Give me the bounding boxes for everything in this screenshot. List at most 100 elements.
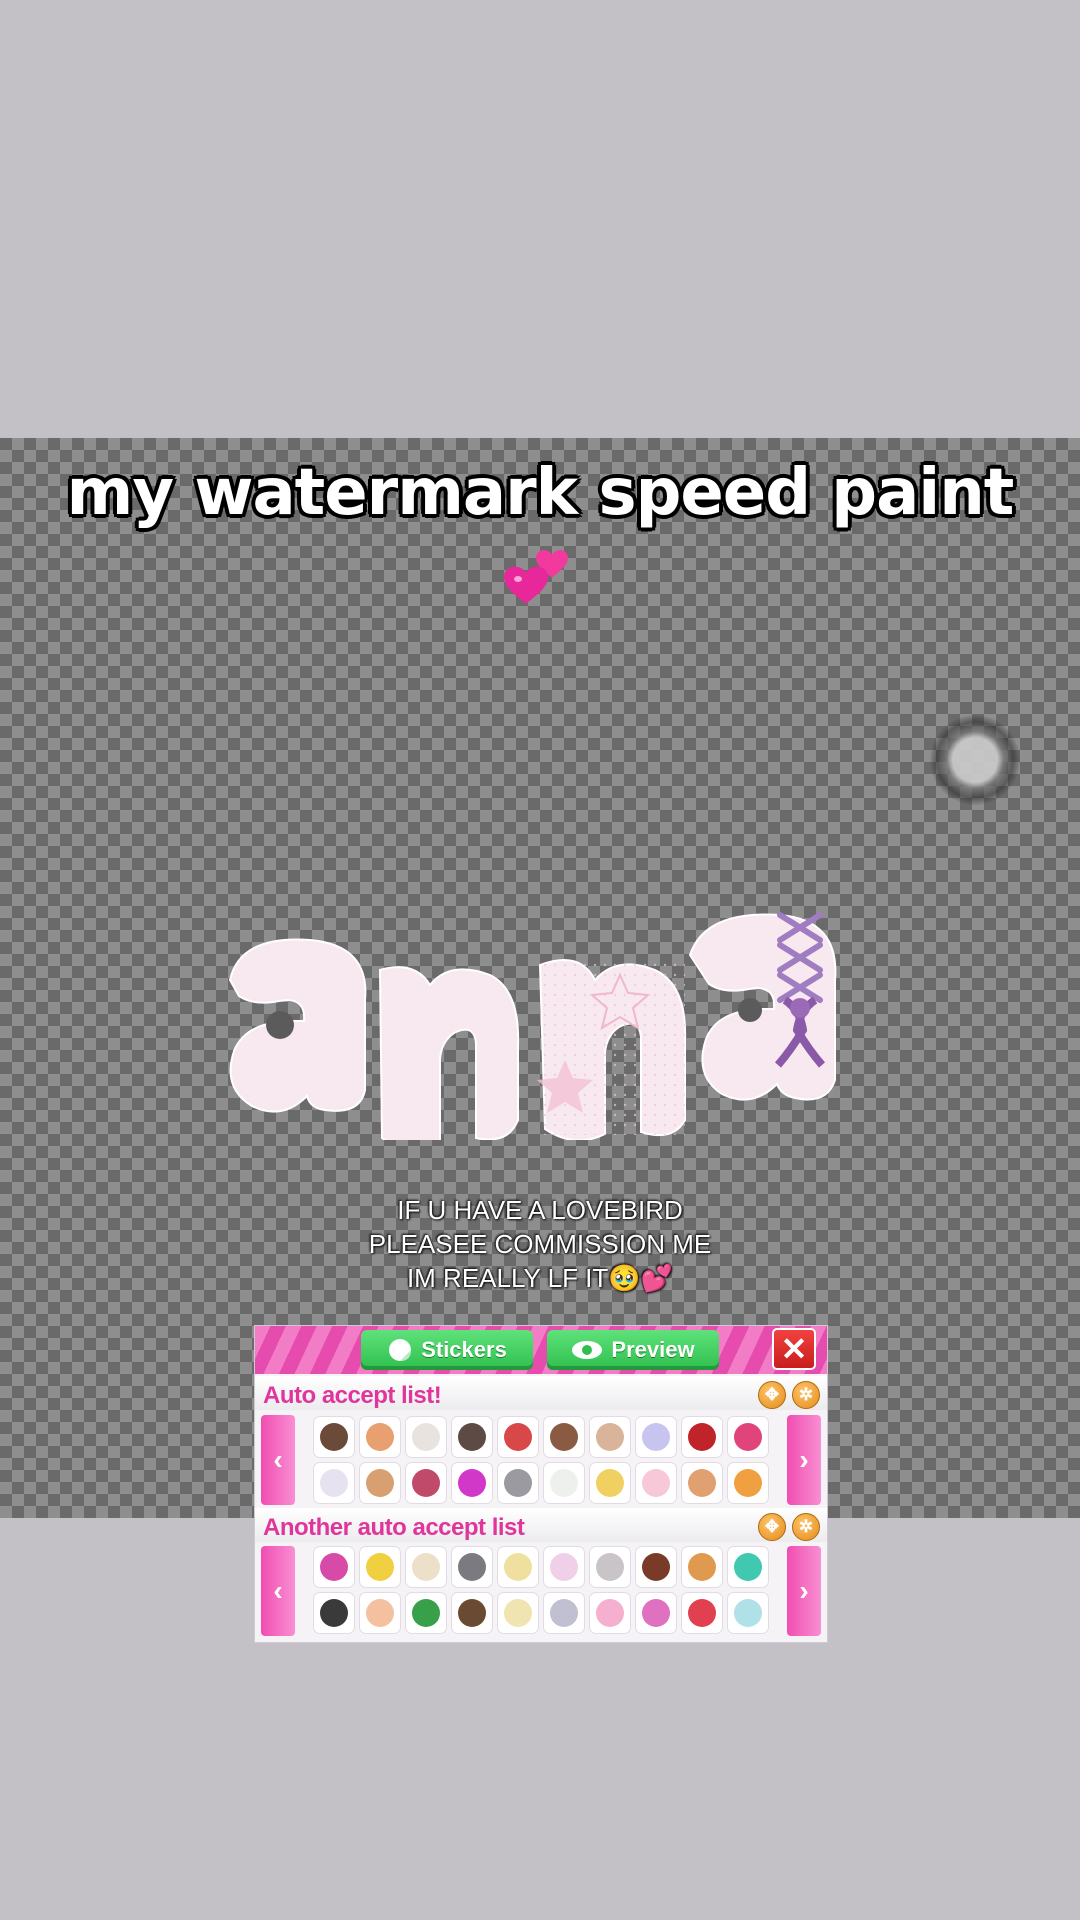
pet-slot[interactable] <box>359 1592 401 1634</box>
pet-icon <box>688 1553 716 1581</box>
close-button[interactable]: ✕ <box>772 1328 816 1370</box>
pet-slot[interactable] <box>543 1546 585 1588</box>
pet-icon <box>504 1423 532 1451</box>
pet-slot[interactable] <box>359 1546 401 1588</box>
pet-slot[interactable] <box>359 1416 401 1458</box>
pet-icon <box>596 1469 624 1497</box>
list-next-arrow[interactable]: › <box>787 1415 821 1505</box>
pet-slot[interactable] <box>635 1416 677 1458</box>
pet-icon <box>642 1423 670 1451</box>
pet-grid <box>313 1416 773 1504</box>
tab-stickers-label: Stickers <box>421 1337 507 1362</box>
pet-slot[interactable] <box>681 1416 723 1458</box>
pet-icon <box>320 1553 348 1581</box>
pet-icon <box>596 1599 624 1627</box>
pet-icon <box>320 1469 348 1497</box>
pet-slot[interactable] <box>497 1546 539 1588</box>
pet-slot[interactable] <box>635 1462 677 1504</box>
list-next-arrow[interactable]: › <box>787 1546 821 1636</box>
pet-slot[interactable] <box>727 1416 769 1458</box>
pet-icon <box>642 1599 670 1627</box>
pet-icon <box>458 1423 486 1451</box>
pet-icon <box>504 1469 532 1497</box>
pet-slot[interactable] <box>405 1546 447 1588</box>
pet-slot[interactable] <box>497 1592 539 1634</box>
pet-slot[interactable] <box>681 1592 723 1634</box>
pet-slot[interactable] <box>635 1592 677 1634</box>
pet-slot[interactable] <box>405 1592 447 1634</box>
pet-icon <box>412 1599 440 1627</box>
pet-icon <box>550 1553 578 1581</box>
pet-icon <box>688 1599 716 1627</box>
pet-slot[interactable] <box>451 1592 493 1634</box>
tab-preview-label: Preview <box>611 1337 695 1362</box>
brush-cursor <box>930 715 1020 805</box>
pet-slot[interactable] <box>589 1416 631 1458</box>
pet-slot[interactable] <box>727 1592 769 1634</box>
pet-slot[interactable] <box>313 1416 355 1458</box>
pet-icon <box>642 1469 670 1497</box>
list-title: Auto accept list! <box>263 1382 442 1409</box>
pet-slot[interactable] <box>635 1546 677 1588</box>
overlay-line: IF U HAVE A LOVEBIRD <box>397 1195 683 1225</box>
pet-icon <box>504 1599 532 1627</box>
pet-slot[interactable] <box>543 1416 585 1458</box>
pet-icon <box>412 1423 440 1451</box>
move-icon[interactable]: ✥ <box>758 1381 786 1409</box>
pet-icon <box>366 1469 394 1497</box>
move-icon[interactable]: ✥ <box>758 1513 786 1541</box>
pet-icon <box>596 1553 624 1581</box>
overlay-line: IM REALLY LF IT🥹💕 <box>406 1263 674 1293</box>
pet-icon <box>366 1599 394 1627</box>
list-prev-arrow[interactable]: ‹ <box>261 1546 295 1636</box>
pet-icon <box>412 1469 440 1497</box>
pet-slot[interactable] <box>313 1592 355 1634</box>
pet-slot[interactable] <box>589 1592 631 1634</box>
pet-grid <box>313 1546 773 1634</box>
pet-icon <box>734 1469 762 1497</box>
pet-slot[interactable] <box>543 1462 585 1504</box>
pet-slot[interactable] <box>451 1416 493 1458</box>
pet-slot[interactable] <box>405 1416 447 1458</box>
pet-slot[interactable] <box>313 1546 355 1588</box>
pet-icon <box>550 1469 578 1497</box>
panel-header <box>255 1326 827 1374</box>
pet-icon <box>320 1423 348 1451</box>
tab-stickers[interactable]: Stickers <box>361 1330 533 1370</box>
video-caption: my watermark speed paint <box>66 456 1015 530</box>
pet-slot[interactable] <box>451 1546 493 1588</box>
gear-icon[interactable]: ✲ <box>792 1381 820 1409</box>
pet-icon <box>688 1469 716 1497</box>
sticker-icon <box>389 1339 412 1361</box>
list-prev-arrow[interactable]: ‹ <box>261 1415 295 1505</box>
pet-slot[interactable] <box>589 1546 631 1588</box>
pet-icon <box>366 1423 394 1451</box>
pet-icon <box>412 1553 440 1581</box>
trade-settings-panel: Stickers Preview ✕ Auto accept list! ✥ ✲… <box>254 1325 828 1643</box>
pet-icon <box>550 1423 578 1451</box>
pet-icon <box>596 1423 624 1451</box>
pet-slot[interactable] <box>405 1462 447 1504</box>
pet-slot[interactable] <box>451 1462 493 1504</box>
overlay-text: IF U HAVE A LOVEBIRD PLEASEE COMMISSION … <box>0 1193 1080 1295</box>
pet-slot[interactable] <box>589 1462 631 1504</box>
pet-slot[interactable] <box>497 1462 539 1504</box>
pet-icon <box>458 1599 486 1627</box>
pet-icon <box>504 1553 532 1581</box>
tab-preview[interactable]: Preview <box>547 1330 719 1370</box>
pet-slot[interactable] <box>727 1462 769 1504</box>
pet-slot[interactable] <box>727 1546 769 1588</box>
gear-icon[interactable]: ✲ <box>792 1513 820 1541</box>
pet-icon <box>550 1599 578 1627</box>
overlay-line: PLEASEE COMMISSION ME <box>368 1229 712 1259</box>
pet-icon <box>734 1423 762 1451</box>
pet-slot[interactable] <box>359 1462 401 1504</box>
eye-icon <box>572 1341 603 1359</box>
pet-slot[interactable] <box>543 1592 585 1634</box>
pet-slot[interactable] <box>313 1462 355 1504</box>
pet-slot[interactable] <box>681 1462 723 1504</box>
pet-slot[interactable] <box>681 1546 723 1588</box>
pet-icon <box>320 1599 348 1627</box>
pet-icon <box>366 1553 394 1581</box>
pet-slot[interactable] <box>497 1416 539 1458</box>
